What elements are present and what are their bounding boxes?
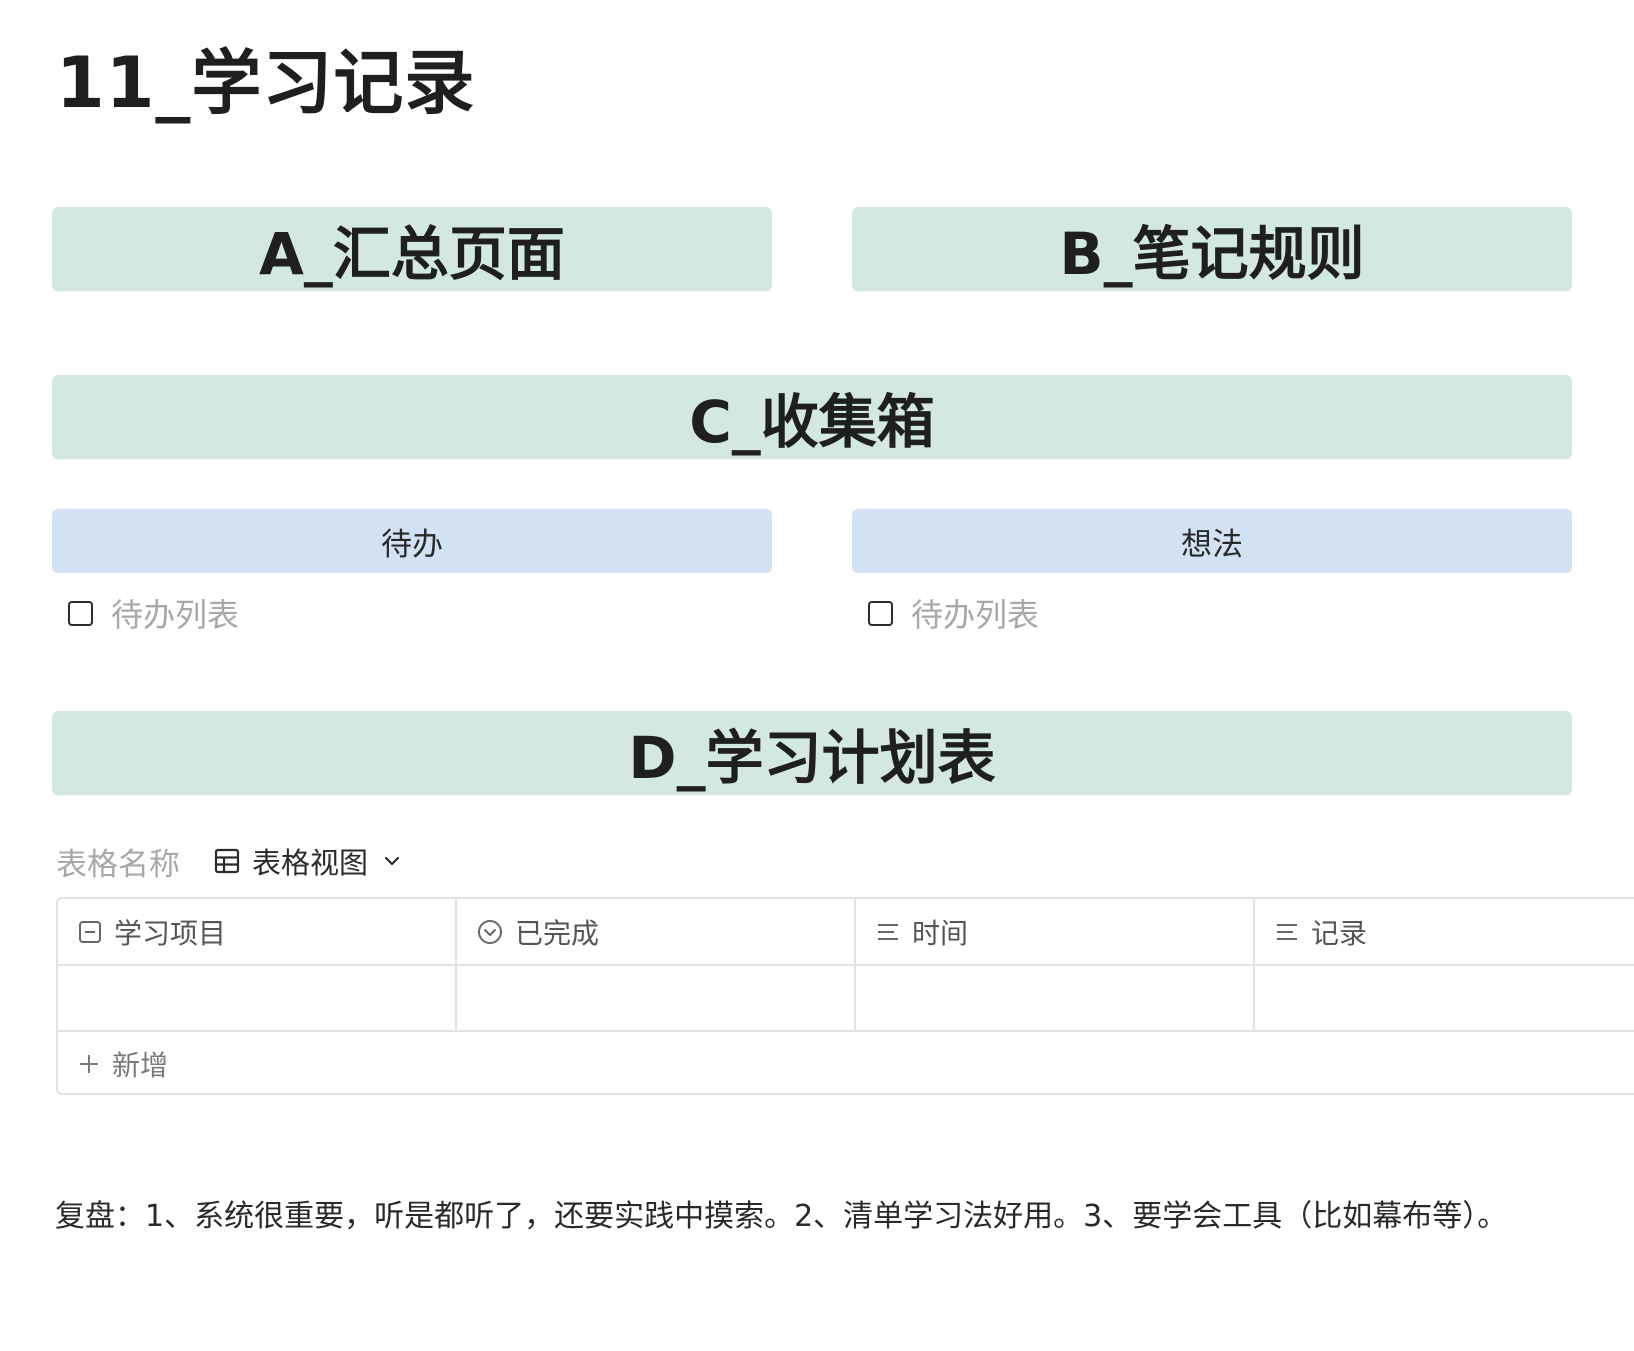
todo-list-item-right: 待办列表 — [868, 591, 1039, 635]
column-header-record[interactable]: 记录 — [1255, 899, 1634, 964]
section-header-c-inbox: C_收集箱 — [52, 375, 1572, 459]
column-label: 记录 — [1311, 916, 1368, 950]
title-icon — [79, 920, 101, 943]
table-view-switcher[interactable]: 表格视图 — [214, 840, 414, 882]
table-header-row: 学习项目 已完成 时间 记录 — [58, 899, 1634, 966]
section-link-b-note-rules[interactable]: B_笔记规则 — [852, 207, 1572, 291]
column-label: 已完成 — [515, 916, 600, 950]
column-label: 时间 — [912, 916, 969, 950]
status-icon — [478, 919, 502, 944]
column-header-study-item[interactable]: 学习项目 — [58, 899, 457, 964]
add-row-label: 新增 — [112, 1048, 169, 1082]
review-paragraph: 复盘：1、系统很重要，听是都听了，还要实践中摸索。2、清单学习法好用。3、要学会… — [55, 1199, 1508, 1234]
table-name-input[interactable]: 表格名称 — [56, 839, 180, 884]
section-header-d-study-plan: D_学习计划表 — [52, 711, 1572, 795]
table-cell[interactable] — [457, 966, 856, 1030]
study-plan-table: 学习项目 已完成 时间 记录 新增 — [56, 897, 1634, 1095]
section-link-a-summary[interactable]: A_汇总页面 — [52, 207, 772, 291]
table-cell[interactable] — [1255, 966, 1634, 1030]
chevron-down-icon — [384, 856, 400, 866]
column-header-completed[interactable]: 已完成 — [457, 899, 856, 964]
table-view-label: 表格视图 — [252, 846, 369, 880]
column-label: 学习项目 — [114, 916, 227, 950]
text-lines-icon — [1277, 923, 1297, 940]
todo-column-header: 待办 — [52, 509, 772, 573]
text-lines-icon — [878, 923, 898, 940]
column-header-time[interactable]: 时间 — [856, 899, 1255, 964]
idea-column-header: 想法 — [852, 509, 1572, 573]
page-title: 11_学习记录 — [56, 42, 476, 124]
todo-placeholder-right[interactable]: 待办列表 — [911, 590, 1039, 636]
add-row-button[interactable]: 新增 — [78, 1032, 168, 1095]
table-grid-icon — [214, 848, 240, 874]
plus-icon — [80, 1054, 98, 1073]
table-cell[interactable] — [58, 966, 457, 1030]
table-cell[interactable] — [856, 966, 1255, 1030]
todo-checkbox-right[interactable] — [868, 600, 893, 626]
todo-list-item-left: 待办列表 — [68, 591, 239, 635]
table-toolbar: 表格名称 表格视图 — [56, 838, 414, 884]
table-row — [58, 966, 1634, 1032]
todo-checkbox-left[interactable] — [68, 600, 93, 626]
todo-placeholder-left[interactable]: 待办列表 — [111, 590, 239, 636]
